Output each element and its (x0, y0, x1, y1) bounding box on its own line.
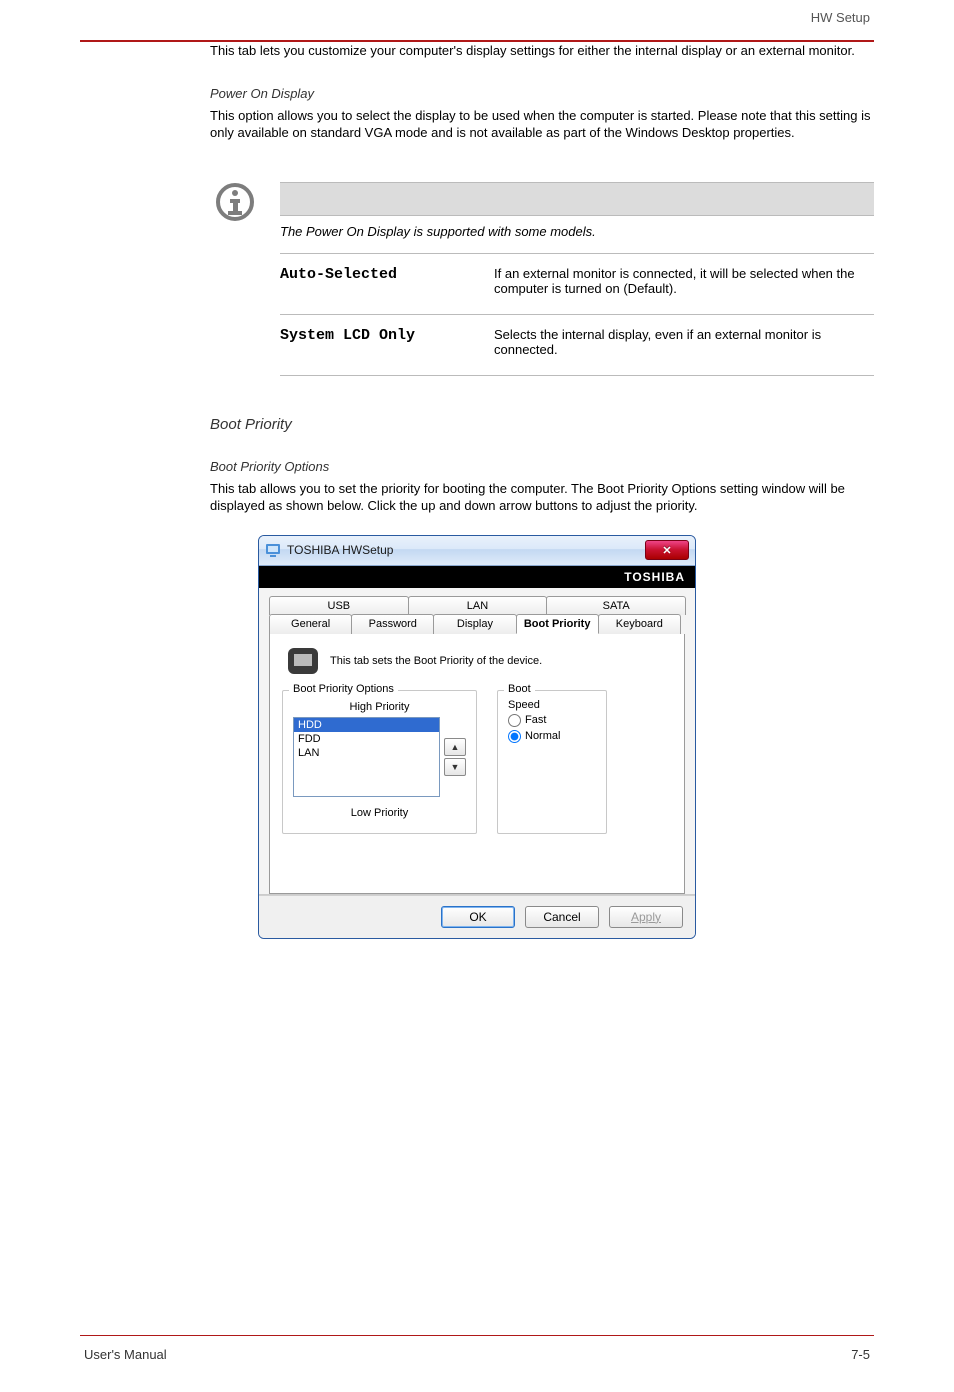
boot-priority-options-heading: Boot Priority Options (210, 459, 874, 474)
close-button[interactable]: ✕ (645, 540, 689, 560)
fast-radio-row[interactable]: Fast (508, 714, 596, 727)
tab-password[interactable]: Password (351, 614, 434, 634)
tab-general[interactable]: General (269, 614, 352, 634)
list-item[interactable]: LAN (294, 746, 439, 760)
tab-body: This tab sets the Boot Priority of the d… (269, 634, 685, 894)
boot-speed-fieldset: Boot Speed Fast Normal (497, 690, 607, 834)
header-right: HW Setup (80, 10, 870, 42)
fast-radio-label: Fast (525, 714, 546, 726)
tab-boot-priority[interactable]: Boot Priority (516, 614, 599, 634)
footer-left: User's Manual (84, 1347, 167, 1362)
tab-display[interactable]: Display (433, 614, 516, 634)
boot-priority-desc: This tab allows you to set the priority … (210, 480, 874, 515)
arrow-down-icon: ▼ (451, 762, 460, 772)
tab-keyboard[interactable]: Keyboard (598, 614, 681, 634)
low-priority-label: Low Priority (293, 807, 466, 819)
display-intro: This tab lets you customize your compute… (210, 42, 874, 60)
speed-label: Speed (508, 699, 596, 711)
apply-label: Apply (631, 910, 661, 924)
button-bar: OK Cancel Apply (259, 895, 695, 938)
tabs-row-front: General Password Display Boot Priority K… (269, 614, 685, 634)
ok-button[interactable]: OK (441, 906, 515, 928)
bottom-rule (80, 1335, 874, 1336)
close-icon: ✕ (662, 544, 671, 557)
boot-priority-heading: Boot Priority (210, 416, 874, 433)
system-lcd-desc: Selects the internal display, even if an… (494, 327, 874, 357)
auto-selected-term: Auto-Selected (280, 266, 480, 283)
app-icon (265, 542, 281, 558)
window-title: TOSHIBA HWSetup (287, 543, 393, 557)
move-up-button[interactable]: ▲ (444, 738, 466, 756)
arrow-up-icon: ▲ (451, 742, 460, 752)
normal-radio-label: Normal (525, 730, 560, 742)
tab-intro-text: This tab sets the Boot Priority of the d… (330, 655, 542, 667)
tab-lan[interactable]: LAN (408, 596, 548, 615)
tab-sata[interactable]: SATA (546, 596, 686, 615)
auto-selected-desc: If an external monitor is connected, it … (494, 266, 874, 296)
info-icon (210, 182, 260, 226)
note-bar (280, 182, 874, 216)
normal-radio[interactable] (508, 730, 521, 743)
laptop-icon (288, 648, 318, 674)
boot-priority-legend: Boot Priority Options (289, 683, 398, 695)
cancel-button[interactable]: Cancel (525, 906, 599, 928)
brand-bar: TOSHIBA (259, 566, 695, 588)
fast-radio[interactable] (508, 714, 521, 727)
move-down-button[interactable]: ▼ (444, 758, 466, 776)
power-on-display-heading: Power On Display (210, 86, 874, 101)
high-priority-label: High Priority (293, 701, 466, 713)
tabs-row-back: USB LAN SATA (269, 596, 685, 615)
list-item[interactable]: HDD (294, 718, 439, 732)
priority-listbox[interactable]: HDD FDD LAN (293, 717, 440, 797)
hwsetup-window: TOSHIBA HWSetup ✕ TOSHIBA USB LAN SATA G… (258, 535, 696, 939)
system-lcd-term: System LCD Only (280, 327, 480, 344)
footer-right: 7-5 (851, 1347, 870, 1362)
note-text: The Power On Display is supported with s… (280, 216, 874, 254)
boot-priority-fieldset: Boot Priority Options High Priority HDD … (282, 690, 477, 834)
titlebar: TOSHIBA HWSetup ✕ (259, 536, 695, 566)
tab-usb[interactable]: USB (269, 596, 409, 615)
apply-button[interactable]: Apply (609, 906, 683, 928)
boot-legend: Boot (504, 683, 535, 695)
list-item[interactable]: FDD (294, 732, 439, 746)
normal-radio-row[interactable]: Normal (508, 730, 596, 743)
power-on-display-desc: This option allows you to select the dis… (210, 107, 874, 142)
